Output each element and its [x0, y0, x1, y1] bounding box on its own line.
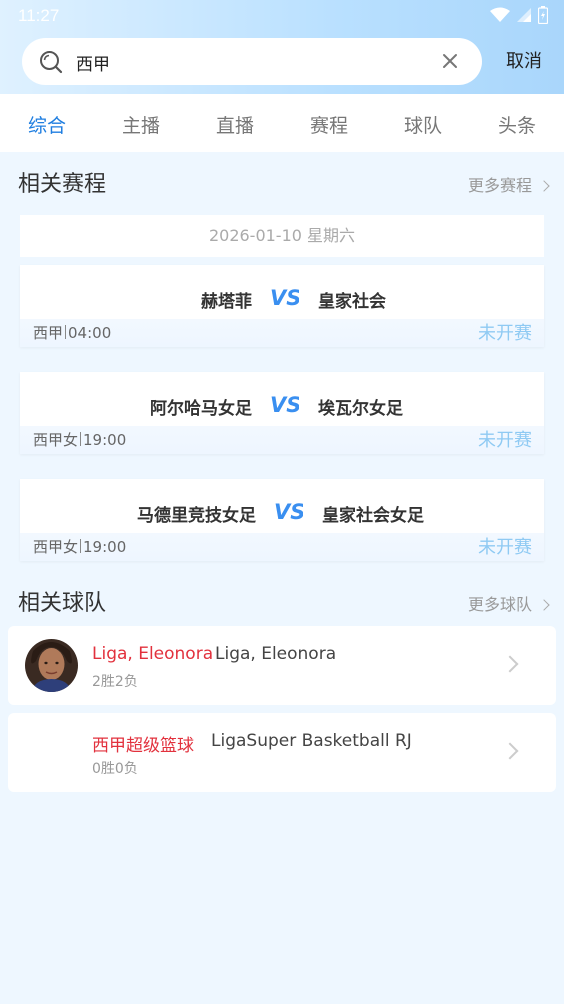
search-box[interactable]	[22, 38, 482, 85]
match-meta: 西甲女 19:00	[33, 429, 126, 450]
match-status: 未开赛	[478, 323, 532, 344]
section-title: 相关赛程	[18, 172, 107, 197]
wifi-icon	[490, 7, 510, 22]
tab-headlines[interactable]: 头条	[477, 111, 557, 138]
home-team: 阿尔哈马女足	[150, 399, 252, 419]
team-card[interactable]: 西甲超级篮球 LigaSuper Basketball RJ 0胜0负	[8, 713, 556, 792]
team-name: Liga, Eleonora	[92, 644, 214, 664]
team-record: 0胜0负	[92, 761, 138, 777]
cancel-button[interactable]: 取消	[494, 48, 554, 76]
tab-overview[interactable]: 综合	[7, 111, 87, 138]
vs-icon: VS	[270, 286, 299, 309]
svg-text:VS: VS	[270, 393, 299, 416]
away-team: 皇家社会女足	[322, 506, 424, 526]
status-icons	[490, 6, 548, 24]
match-league: 西甲女	[33, 538, 79, 556]
team-record: 2胜2负	[92, 674, 138, 690]
search-icon	[40, 51, 63, 74]
more-teams-label: 更多球队	[467, 595, 532, 614]
match-status: 未开赛	[478, 430, 532, 451]
tab-bar: 综合 主播 直播 赛程 球队 头条	[0, 94, 564, 152]
match-league: 西甲	[33, 324, 64, 342]
match-card[interactable]: 阿尔哈马女足 VS 埃瓦尔女足 西甲女 19:00 未开赛	[20, 372, 544, 454]
search-input[interactable]	[76, 48, 406, 76]
team-name-en: LigaSuper Basketball RJ	[211, 731, 412, 751]
home-team: 马德里竞技女足	[137, 506, 256, 526]
chevron-right-icon	[538, 180, 550, 192]
more-schedule-label: 更多赛程	[467, 176, 532, 195]
chevron-right-icon	[501, 655, 519, 673]
tab-streamers[interactable]: 主播	[101, 111, 181, 138]
date-header: 2026-01-10 星期六	[20, 215, 544, 257]
match-time: 04:00	[68, 324, 112, 342]
section-title: 相关球队	[18, 591, 107, 616]
svg-text:VS: VS	[274, 500, 303, 523]
status-bar: 11:27	[0, 0, 564, 32]
schedule-section-header: 相关赛程 更多赛程	[18, 166, 550, 198]
separator	[80, 539, 82, 553]
teams-section-header: 相关球队 更多球队	[18, 585, 550, 617]
team-name: 西甲超级篮球	[92, 736, 194, 756]
vs-icon: VS	[270, 393, 299, 416]
avatar	[25, 639, 78, 692]
match-card[interactable]: 马德里竞技女足 VS 皇家社会女足 西甲女 19:00 未开赛	[20, 479, 544, 561]
signal-icon	[517, 8, 531, 22]
separator	[65, 325, 67, 339]
away-team: 埃瓦尔女足	[318, 399, 403, 419]
team-card[interactable]: Liga, Eleonora Liga, Eleonora 2胜2负	[8, 626, 556, 705]
match-card[interactable]: 赫塔菲 VS 皇家社会 西甲 04:00 未开赛	[20, 265, 544, 347]
more-teams-link[interactable]: 更多球队	[467, 591, 550, 615]
vs-icon: VS	[274, 500, 303, 523]
tab-teams[interactable]: 球队	[383, 111, 463, 138]
chevron-right-icon	[501, 742, 519, 760]
team-name-en: Liga, Eleonora	[215, 644, 337, 664]
separator	[80, 432, 82, 446]
more-schedule-link[interactable]: 更多赛程	[467, 172, 550, 196]
tab-schedule[interactable]: 赛程	[289, 111, 369, 138]
home-team: 赫塔菲	[201, 292, 252, 312]
match-league: 西甲女	[33, 431, 79, 449]
chevron-right-icon	[538, 599, 550, 611]
match-status: 未开赛	[478, 537, 532, 558]
svg-text:VS: VS	[270, 286, 299, 309]
away-team: 皇家社会	[318, 292, 386, 312]
tab-live[interactable]: 直播	[195, 111, 275, 138]
match-meta: 西甲女 19:00	[33, 536, 126, 557]
match-time: 19:00	[83, 431, 127, 449]
match-time: 19:00	[83, 538, 127, 556]
match-meta: 西甲 04:00	[33, 322, 111, 343]
battery-icon	[538, 6, 548, 24]
close-icon[interactable]	[440, 51, 460, 71]
status-time: 11:27	[18, 6, 60, 25]
